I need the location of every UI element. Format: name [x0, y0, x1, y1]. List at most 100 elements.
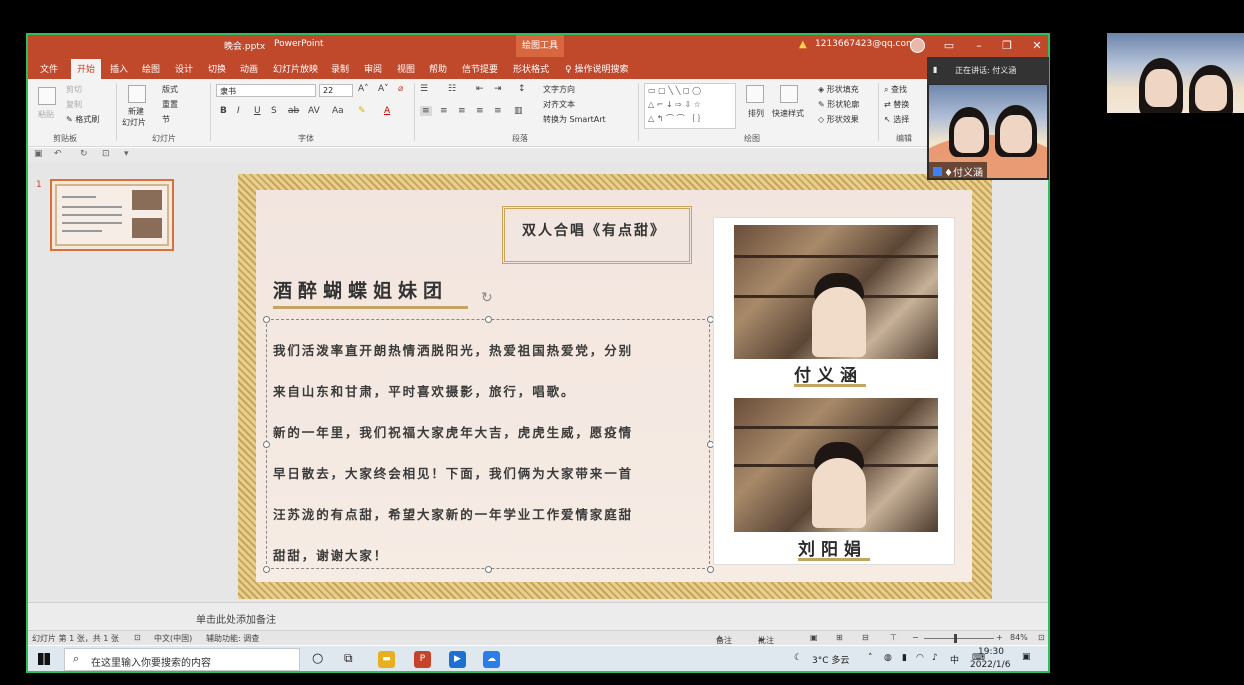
quick-styles-icon[interactable] — [780, 85, 798, 103]
zoom-out-icon[interactable]: − — [912, 633, 919, 642]
song-title[interactable]: 双人合唱《有点甜》 — [522, 220, 666, 240]
tab-transitions[interactable]: 切换 — [208, 62, 226, 75]
justify-icon[interactable]: ≡ — [476, 106, 484, 116]
minimize-icon[interactable]: – — [970, 37, 988, 55]
redo-icon[interactable]: ↻ — [80, 149, 88, 159]
decrease-indent-icon[interactable]: ⇤ — [476, 84, 484, 94]
shape-fill-button[interactable]: ◈ 形状填充 — [818, 84, 859, 95]
ime-indicator[interactable]: 中 — [950, 653, 959, 666]
bold-icon[interactable]: B — [220, 106, 227, 116]
shape-outline-button[interactable]: ✎ 形状轮廓 — [818, 99, 859, 110]
accessibility-indicator[interactable]: 辅助功能: 调查 — [206, 633, 259, 644]
tab-record[interactable]: 录制 — [331, 62, 349, 75]
save-icon[interactable]: ▣ — [34, 149, 43, 159]
format-painter-button[interactable]: ✎ 格式刷 — [66, 114, 99, 125]
grow-font-icon[interactable]: A˄ — [358, 84, 369, 94]
meeting-app-icon[interactable]: ☁ — [483, 651, 500, 668]
zoom-level[interactable]: 84% — [1010, 633, 1028, 642]
text-direction-button[interactable]: 文字方向 — [543, 84, 575, 95]
ribbon-display-icon[interactable]: ▭ — [940, 37, 958, 55]
align-center-icon[interactable]: ≡ — [440, 106, 448, 116]
notifications-icon[interactable]: ▣ — [1022, 652, 1031, 662]
slide-thumbnail[interactable] — [50, 179, 174, 251]
weather-text[interactable]: 3°C 多云 — [812, 653, 849, 666]
underline-icon[interactable]: U — [254, 106, 261, 116]
bullets-icon[interactable]: ☰ — [420, 84, 428, 94]
microphone-icon[interactable]: ▮ — [902, 653, 907, 663]
arrange-icon[interactable] — [746, 85, 764, 103]
network-icon[interactable]: ◍ — [884, 653, 892, 663]
highlight-icon[interactable]: ✎ — [358, 106, 366, 116]
maximize-icon[interactable]: ❐ — [998, 37, 1016, 55]
windows-start-icon[interactable] — [38, 653, 50, 665]
tray-chevron-icon[interactable]: ˄ — [868, 653, 873, 663]
present-icon[interactable]: ⊡ — [102, 149, 110, 159]
replace-button[interactable]: ⇄ 替换 — [884, 99, 909, 110]
font-name-select[interactable]: 隶书 — [216, 84, 316, 97]
align-right-icon[interactable]: ≡ — [458, 106, 466, 116]
change-case-icon[interactable]: Aa — [332, 106, 344, 116]
reset-button[interactable]: 重置 — [162, 99, 178, 110]
close-icon[interactable]: ✕ — [1028, 37, 1046, 55]
tab-shape-format[interactable]: 形状格式 — [513, 62, 549, 75]
zoom-slider[interactable] — [924, 638, 994, 639]
media-player-icon[interactable]: ▶ — [449, 651, 466, 668]
tab-animations[interactable]: 动画 — [240, 62, 258, 75]
tab-draw[interactable]: 绘图 — [142, 62, 160, 75]
language-indicator[interactable]: 中文(中国) — [154, 633, 192, 644]
undo-icon[interactable]: ↶ — [54, 149, 62, 159]
person2-photo[interactable] — [734, 398, 938, 532]
char-spacing-icon[interactable]: AV — [308, 106, 320, 116]
shrink-font-icon[interactable]: A˅ — [378, 84, 389, 94]
tab-slideshow[interactable]: 幻灯片放映 — [273, 62, 318, 75]
clock-time[interactable]: 19:30 — [978, 647, 1004, 657]
copy-button[interactable]: 复制 — [66, 99, 82, 110]
smartart-button[interactable]: 转换为 SmartArt — [543, 114, 606, 125]
resize-handle[interactable] — [707, 566, 714, 573]
resize-handle[interactable] — [263, 316, 270, 323]
customize-qat-icon[interactable]: ▾ — [124, 149, 129, 159]
line-spacing-icon[interactable]: ↕ — [518, 84, 526, 94]
quick-styles-button[interactable]: 快速样式 — [772, 108, 804, 119]
tab-review[interactable]: 审阅 — [364, 62, 382, 75]
tab-insert[interactable]: 插入 — [110, 62, 128, 75]
wifi-icon[interactable]: ◠ — [916, 653, 924, 663]
section-button[interactable]: 节 — [162, 114, 170, 125]
font-color-icon[interactable]: A — [384, 106, 390, 116]
layout-button[interactable]: 版式 — [162, 84, 178, 95]
select-button[interactable]: ↖ 选择 — [884, 114, 909, 125]
rotate-handle-icon[interactable]: ↻ — [481, 290, 493, 306]
group-name-heading[interactable]: 酒醉蝴蝶姐妹团 — [273, 276, 448, 303]
fit-slide-icon[interactable]: ⊡ — [1038, 633, 1045, 642]
clock-date[interactable]: 2022/1/6 — [970, 660, 1010, 670]
resize-handle[interactable] — [263, 566, 270, 573]
shadow-icon[interactable]: S — [271, 106, 277, 116]
volume-icon[interactable]: ♪ — [932, 653, 938, 663]
resize-handle[interactable] — [263, 441, 270, 448]
paste-icon[interactable] — [38, 87, 56, 105]
find-button[interactable]: ⌕ 查找 — [884, 84, 907, 95]
task-view-icon[interactable]: ⧉ — [344, 651, 353, 666]
zoom-in-icon[interactable]: + — [996, 633, 1003, 642]
cortana-icon[interactable]: ○ — [312, 651, 323, 666]
new-slide-button-line2[interactable]: 幻灯片 — [122, 117, 146, 128]
cut-button[interactable]: 剪切 — [66, 84, 82, 95]
distributed-icon[interactable]: ≡ — [494, 106, 502, 116]
paste-button[interactable]: 粘贴 — [38, 109, 54, 120]
tab-outline[interactable]: 信节提要 — [462, 62, 498, 75]
participant-video[interactable] — [1107, 33, 1244, 113]
account-email[interactable]: 1213667423@qq.com — [815, 39, 915, 49]
person1-photo[interactable] — [734, 225, 938, 359]
resize-handle[interactable] — [485, 566, 492, 573]
shape-effects-button[interactable]: ◇ 形状效果 — [818, 114, 859, 125]
slide-canvas[interactable]: 双人合唱《有点甜》 酒醉蝴蝶姐妹团 ↻ 我们活泼率直开朗热情洒脱阳光，热爱祖国热… — [238, 174, 992, 599]
tab-design[interactable]: 设计 — [175, 62, 193, 75]
tab-view[interactable]: 视图 — [397, 62, 415, 75]
increase-indent-icon[interactable]: ⇥ — [494, 84, 502, 94]
slide-sorter-icon[interactable]: ⊞ — [836, 633, 843, 642]
reading-view-icon[interactable]: ⊟ — [862, 633, 869, 642]
new-slide-button[interactable]: 新建 — [128, 106, 144, 117]
account-avatar-icon[interactable] — [910, 38, 925, 53]
tab-home[interactable]: 开始 — [71, 59, 102, 79]
align-text-button[interactable]: 对齐文本 — [543, 99, 575, 110]
